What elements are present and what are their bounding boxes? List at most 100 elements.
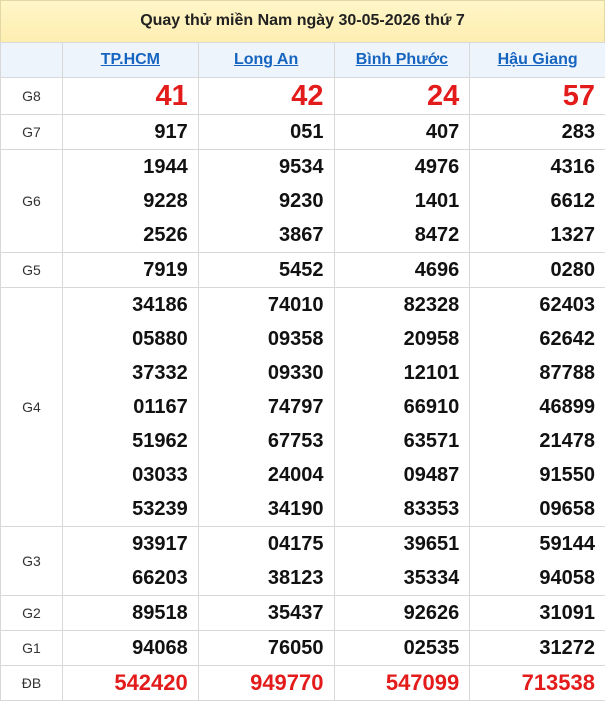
prize-number: 41: [63, 78, 188, 114]
prize-number: 53239: [63, 492, 188, 526]
prize-number: 9230: [199, 184, 324, 218]
prize-number: 35437: [199, 596, 324, 630]
prize-number: 1401: [335, 184, 460, 218]
province-link-tphcm[interactable]: TP.HCM: [63, 43, 199, 78]
prize-number: 83353: [335, 492, 460, 526]
prize-number: 9534: [199, 150, 324, 184]
prize-number: 21478: [470, 424, 595, 458]
prize-number: 4696: [335, 253, 460, 287]
results-panel: Quay thử miền Nam ngày 30-05-2026 thứ 7 …: [0, 0, 605, 700]
prize-number: 542420: [63, 666, 188, 700]
prize-number: 05880: [63, 322, 188, 356]
prize-cell: 4696: [334, 253, 470, 288]
prize-number: 04175: [199, 527, 324, 561]
prize-row-g3: G393917662030417538123396513533459144940…: [1, 527, 605, 596]
prize-number: 31091: [470, 596, 595, 630]
prize-rows: G841422457G7917051407283G619449228252695…: [1, 78, 605, 701]
prize-number: 37332: [63, 356, 188, 390]
prize-number: 4316: [470, 150, 595, 184]
prize-number: 5452: [199, 253, 324, 287]
prize-number: 66203: [63, 561, 188, 595]
prize-cell: 5914494058: [470, 527, 605, 596]
prize-number: 7919: [63, 253, 188, 287]
prize-number: 82328: [335, 288, 460, 322]
prize-number: 35334: [335, 561, 460, 595]
prize-number: 6612: [470, 184, 595, 218]
prize-number: 051: [199, 115, 324, 149]
prize-number: 34186: [63, 288, 188, 322]
prize-number: 59144: [470, 527, 595, 561]
prize-cell: 35437: [198, 596, 334, 631]
prize-number: 24004: [199, 458, 324, 492]
province-link-binh-phuoc[interactable]: Bình Phước: [334, 43, 470, 78]
prize-number: 87788: [470, 356, 595, 390]
prize-row-g2: G289518354379262631091: [1, 596, 605, 631]
prize-cell: 7919: [63, 253, 199, 288]
prize-number: 949770: [199, 666, 324, 700]
prize-number: 74797: [199, 390, 324, 424]
prize-number: 66910: [335, 390, 460, 424]
prize-label: G7: [1, 115, 63, 150]
prize-number: 09487: [335, 458, 460, 492]
prize-number: 09658: [470, 492, 595, 526]
prize-number: 62403: [470, 288, 595, 322]
prize-row-g7: G7917 051 407283: [1, 115, 605, 150]
prize-number: 62642: [470, 322, 595, 356]
prize-label: G3: [1, 527, 63, 596]
prize-number: 09330: [199, 356, 324, 390]
prize-number: 57: [470, 78, 595, 114]
prize-number: 01167: [63, 390, 188, 424]
prize-number: 03033: [63, 458, 188, 492]
prize-label: G6: [1, 150, 63, 253]
prize-number: 46899: [470, 390, 595, 424]
prize-number: 713538: [470, 666, 595, 700]
prize-cell: 9391766203: [63, 527, 199, 596]
prize-number: 91550: [470, 458, 595, 492]
prize-number: 0280: [470, 253, 595, 287]
results-title: Quay thử miền Nam ngày 30-05-2026 thứ 7: [0, 0, 605, 42]
prize-number: 1944: [63, 150, 188, 184]
prize-number: 63571: [335, 424, 460, 458]
prize-cell: 547099: [334, 666, 470, 701]
prize-row-g4: G434186058803733201167519620303353239 740…: [1, 288, 605, 527]
prize-cell: 051: [198, 115, 334, 150]
prize-cell: 497614018472: [334, 150, 470, 253]
prize-label: G4: [1, 288, 63, 527]
prize-number: 9228: [63, 184, 188, 218]
prize-number: 547099: [335, 666, 460, 700]
prize-cell: 542420: [63, 666, 199, 701]
prize-label: G1: [1, 631, 63, 666]
prize-number: 92626: [335, 596, 460, 630]
prize-number: 89518: [63, 596, 188, 630]
prize-row-đb: ĐB542420 949770 547099 713538: [1, 666, 605, 701]
prize-cell: 42: [198, 78, 334, 115]
prize-cell: 31091: [470, 596, 605, 631]
prize-cell: 92626: [334, 596, 470, 631]
prize-row-g1: G194068760500253531272: [1, 631, 605, 666]
prize-number: 2526: [63, 218, 188, 252]
prize-number: 93917: [63, 527, 188, 561]
prize-cell: 82328209581210166910635710948783353: [334, 288, 470, 527]
prize-number: 67753: [199, 424, 324, 458]
prize-number: 02535: [335, 631, 460, 665]
prize-number: 51962: [63, 424, 188, 458]
prize-label: ĐB: [1, 666, 63, 701]
prize-cell: 713538: [470, 666, 605, 701]
prize-number: 283: [470, 115, 595, 149]
prize-number: 31272: [470, 631, 595, 665]
prize-cell: 0417538123: [198, 527, 334, 596]
prize-cell: 5452: [198, 253, 334, 288]
prize-cell: 62403626428778846899214789155009658: [470, 288, 605, 527]
prize-number: 12101: [335, 356, 460, 390]
prize-number: 917: [63, 115, 188, 149]
prize-label: G5: [1, 253, 63, 288]
prize-cell: 407: [334, 115, 470, 150]
prize-cell: 3965135334: [334, 527, 470, 596]
prize-cell: 74010093580933074797677532400434190: [198, 288, 334, 527]
prize-number: 34190: [199, 492, 324, 526]
prize-number: 3867: [199, 218, 324, 252]
results-table: TP.HCM Long An Bình Phước Hậu Giang G841…: [0, 42, 605, 701]
province-link-long-an[interactable]: Long An: [198, 43, 334, 78]
province-link-hau-giang[interactable]: Hậu Giang: [470, 43, 605, 78]
prize-number: 39651: [335, 527, 460, 561]
